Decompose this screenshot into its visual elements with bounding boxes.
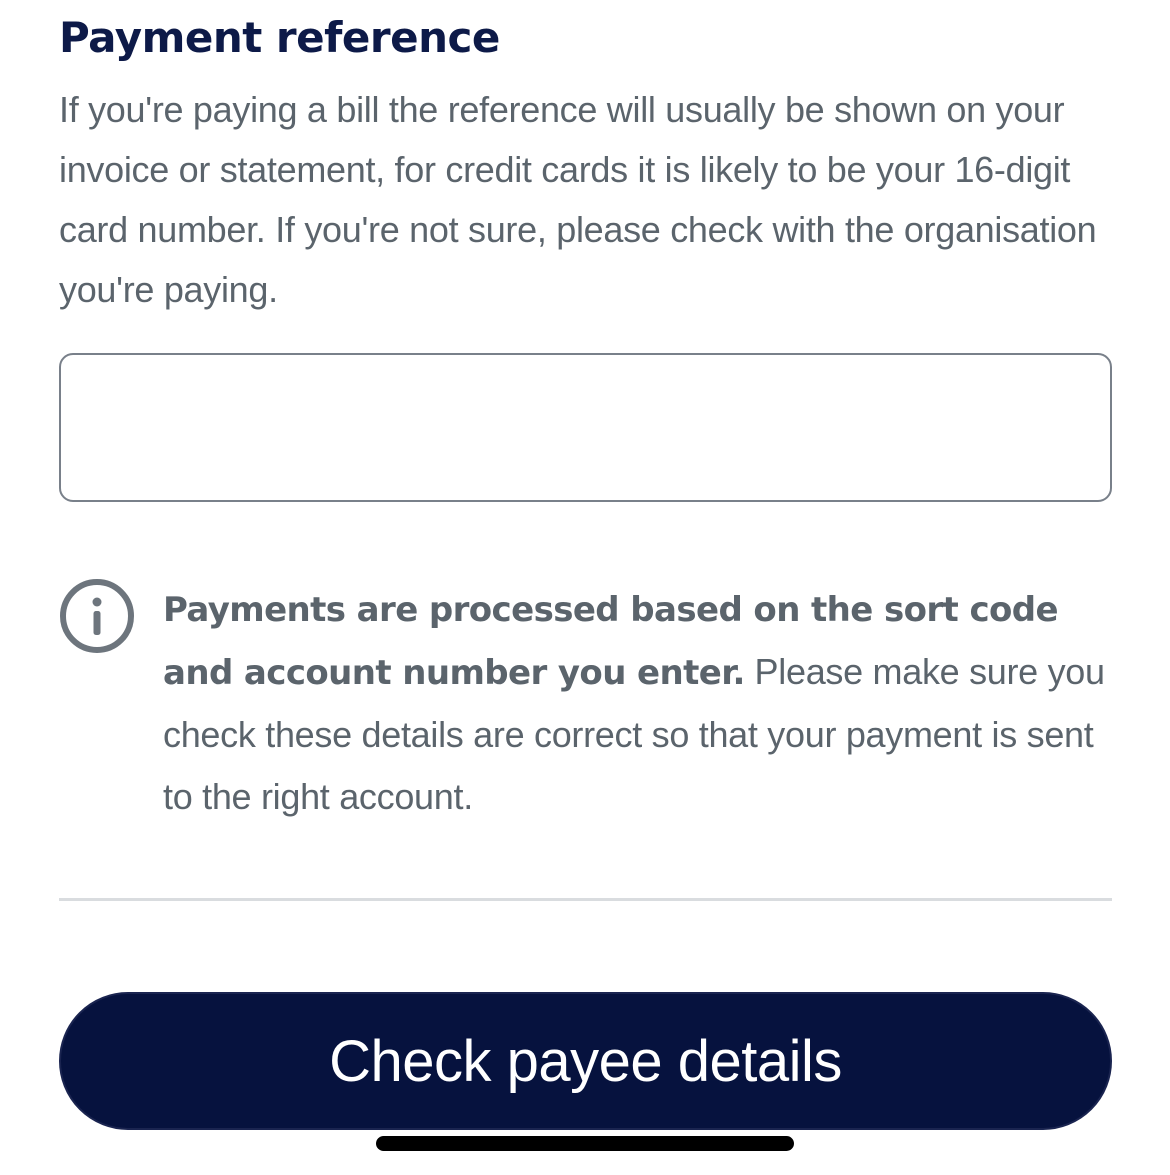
payment-reference-input[interactable]	[59, 353, 1112, 502]
payment-reference-helper-text: If you're paying a bill the reference wi…	[59, 89, 1097, 310]
divider	[59, 898, 1112, 901]
info-icon	[59, 578, 135, 654]
check-payee-details-button[interactable]: Check payee details	[59, 992, 1112, 1130]
payment-reference-title: Payment reference	[59, 13, 500, 62]
payment-notice: Payments are processed based on the sort…	[163, 578, 1123, 828]
home-indicator	[376, 1136, 794, 1151]
